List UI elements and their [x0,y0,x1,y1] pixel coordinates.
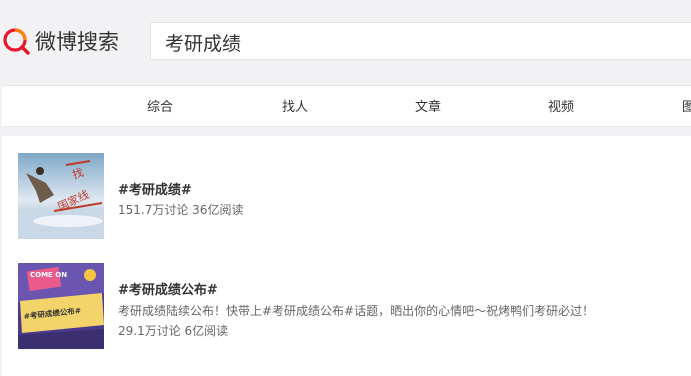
thumbnail-image: COME ON #考研成绩公布# [18,263,104,349]
search-logo-icon [3,28,30,55]
topic-description: 考研成绩陆续公布！快带上#考研成绩公布#话题，晒出你的心情吧～祝烤鸭们考研必过！ [118,304,595,318]
topic-title[interactable]: #考研成绩公布# [118,279,218,298]
svg-text:COME ON: COME ON [30,271,67,279]
topic-title[interactable]: #考研成绩# [118,179,192,198]
topic-stats: 151.7万讨论 36亿阅读 [118,203,244,217]
tab-comprehensive[interactable]: 综合 [147,96,173,115]
search-box[interactable] [150,22,691,60]
topic-thumbnail[interactable]: 找 国家线 [18,153,104,239]
tab-images[interactable]: 图 [682,96,691,115]
search-type-nav: 综合 找人 文章 视频 图 [2,85,691,127]
results-panel: 找 国家线 #考研成绩# 151.7万讨论 36亿阅读 COME ON #考研成… [2,136,691,376]
weibo-search-logo[interactable]: 微博搜索 [2,27,119,55]
logo-text: 微博搜索 [35,30,119,54]
tab-people[interactable]: 找人 [282,96,308,115]
topic-stats: 29.1万讨论 6亿阅读 [118,324,229,338]
topic-thumbnail[interactable]: COME ON #考研成绩公布# [18,263,104,349]
thumbnail-image: 找 国家线 [18,153,104,239]
tab-articles[interactable]: 文章 [415,96,441,115]
header: 微博搜索 [0,0,691,82]
tab-videos[interactable]: 视频 [548,96,574,115]
search-input[interactable] [163,27,687,57]
